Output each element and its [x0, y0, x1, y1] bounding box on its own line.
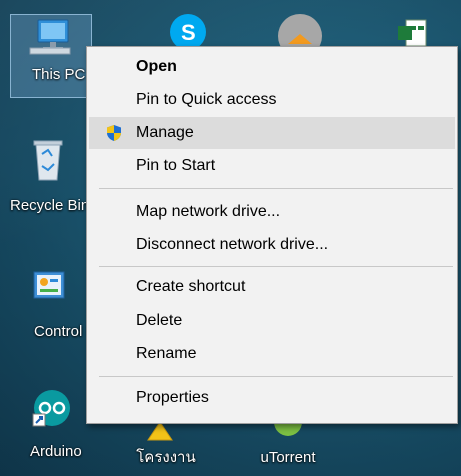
menu-item-manage[interactable]: Manage — [89, 117, 455, 149]
desktop-icon-label: uTorrent — [260, 449, 316, 466]
menu-item-create-shortcut[interactable]: Create shortcut — [89, 271, 455, 303]
desktop-icon-skype[interactable]: S — [142, 10, 222, 51]
spreadsheet-icon — [398, 19, 427, 47]
desktop-icon-recycle-bin[interactable]: Recycle Bin — [8, 136, 90, 215]
menu-separator — [99, 376, 453, 377]
menu-item-label: Properties — [136, 389, 209, 406]
menu-item-label: Delete — [136, 312, 183, 329]
menu-item-label: Manage — [136, 124, 194, 141]
app-icon — [278, 14, 322, 58]
menu-item-label: Create shortcut — [136, 278, 246, 295]
menu-item-open[interactable]: Open — [89, 51, 455, 83]
desktop-icon-label: Arduino — [30, 443, 82, 460]
context-menu: Open Pin to Quick access Manage Pin to S… — [86, 46, 458, 424]
menu-item-map-network-drive[interactable]: Map network drive... — [89, 196, 455, 228]
skype-icon: S — [170, 14, 206, 50]
menu-item-label: Map network drive... — [136, 203, 281, 220]
menu-item-rename[interactable]: Rename — [89, 338, 455, 370]
menu-item-label: Pin to Quick access — [136, 91, 277, 108]
menu-item-pin-to-quick-access[interactable]: Pin to Quick access — [89, 84, 455, 116]
recycle-bin-icon — [33, 140, 63, 181]
control-panel-icon — [33, 271, 65, 299]
menu-item-label: Open — [136, 58, 177, 75]
menu-item-label: Rename — [136, 345, 197, 362]
svg-text:S: S — [181, 20, 196, 45]
menu-separator — [99, 266, 453, 267]
menu-item-label: Pin to Start — [136, 157, 216, 174]
menu-item-delete[interactable]: Delete — [89, 305, 455, 337]
desktop-icon-label: Control Panel — [34, 323, 125, 340]
desktop-icon-label: โครงงาน — [136, 449, 196, 466]
desktop-icon-label: Recycle Bin — [10, 197, 90, 214]
menu-item-pin-to-start[interactable]: Pin to Start — [89, 150, 455, 182]
desktop-icon-arduino[interactable]: Arduino — [10, 388, 90, 461]
menu-item-label: Disconnect network drive... — [136, 236, 329, 253]
uac-shield-icon — [107, 125, 121, 141]
menu-item-properties[interactable]: Properties — [89, 382, 455, 414]
desktop-icon-control-panel[interactable]: Control Panel — [8, 268, 125, 341]
menu-separator — [99, 188, 453, 189]
desktop-icon-app[interactable] — [256, 10, 336, 58]
arduino-icon — [32, 390, 70, 427]
desktop-icon-label: This PC — [32, 66, 86, 83]
menu-item-disconnect-network-drive[interactable]: Disconnect network drive... — [89, 229, 455, 261]
computer-icon — [29, 19, 71, 55]
desktop-icon-this-pc[interactable]: This PC — [10, 14, 90, 84]
